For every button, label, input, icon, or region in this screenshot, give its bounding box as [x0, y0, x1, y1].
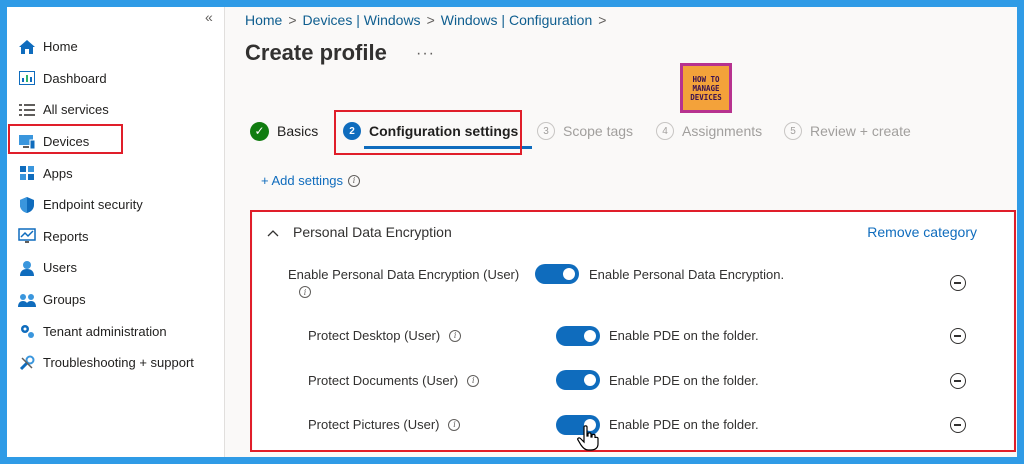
collapse-sidebar-icon[interactable]: «	[205, 9, 213, 25]
sidebar-item-label: Users	[43, 260, 77, 276]
sidebar-item-dashboard[interactable]: Dashboard	[7, 63, 225, 95]
step-assignments[interactable]: 4 Assignments	[656, 119, 762, 143]
sidebar-item-label: All services	[43, 102, 109, 118]
sidebar-item-home[interactable]: Home	[7, 31, 225, 63]
add-settings-link[interactable]: + Add settings i	[261, 173, 361, 188]
apps-icon	[17, 164, 37, 182]
wrench-icon	[17, 354, 37, 372]
sidebar-item-groups[interactable]: Groups	[7, 284, 225, 316]
groups-icon	[17, 291, 37, 309]
breadcrumb-separator: >	[288, 12, 297, 28]
sidebar-item-label: Groups	[43, 292, 86, 308]
breadcrumb-windows-configuration[interactable]: Windows | Configuration	[441, 12, 592, 28]
sidebar-item-label: Tenant administration	[43, 323, 167, 339]
devices-highlight-box	[8, 124, 123, 154]
step-number-badge: 4	[656, 122, 674, 140]
reports-icon	[17, 227, 37, 245]
step-review-create[interactable]: 5 Review + create	[784, 119, 911, 143]
sidebar-item-users[interactable]: Users	[7, 252, 225, 284]
breadcrumb-devices-windows[interactable]: Devices | Windows	[303, 12, 421, 28]
breadcrumb-separator: >	[598, 12, 607, 28]
sidebar-item-label: Troubleshooting + support	[43, 355, 194, 371]
sidebar-item-label: Dashboard	[43, 70, 107, 86]
sidebar-item-apps[interactable]: Apps	[7, 157, 225, 189]
shield-icon	[17, 196, 37, 214]
hand-cursor-icon	[577, 425, 599, 457]
sidebar: « Home Dashboard All services Devices Ap…	[7, 7, 225, 457]
info-icon[interactable]: i	[348, 174, 361, 187]
main-content: Home > Devices | Windows > Windows | Configu…	[226, 7, 1017, 457]
more-options-button[interactable]: ···	[416, 45, 435, 63]
sidebar-item-endpoint-security[interactable]: Endpoint security	[7, 189, 225, 221]
app-frame: « Home Dashboard All services Devices Ap…	[7, 7, 1017, 457]
sidebar-nav: Home Dashboard All services Devices Apps…	[7, 31, 225, 379]
list-icon	[17, 101, 37, 119]
sidebar-item-label: Reports	[43, 228, 89, 244]
sidebar-item-label: Home	[43, 39, 78, 55]
sidebar-item-label: Endpoint security	[43, 197, 143, 213]
category-highlight-box	[250, 210, 1016, 452]
how-to-manage-devices-logo: HOW TO MANAGE DEVICES	[680, 63, 732, 113]
sidebar-item-troubleshooting[interactable]: Troubleshooting + support	[7, 347, 225, 379]
step-number-badge: 5	[784, 122, 802, 140]
breadcrumb-separator: >	[426, 12, 435, 28]
breadcrumb: Home > Devices | Windows > Windows | Configu…	[245, 12, 612, 28]
step-scope-tags[interactable]: 3 Scope tags	[537, 119, 633, 143]
home-icon	[17, 38, 37, 56]
sidebar-item-reports[interactable]: Reports	[7, 221, 225, 253]
sidebar-item-all-services[interactable]: All services	[7, 94, 225, 126]
sidebar-item-label: Apps	[43, 165, 73, 181]
sidebar-item-tenant-administration[interactable]: Tenant administration	[7, 315, 225, 347]
page-title: Create profile	[245, 40, 387, 65]
user-icon	[17, 259, 37, 277]
step-basics[interactable]: ✓ Basics	[250, 119, 318, 143]
tenant-icon	[17, 322, 37, 340]
breadcrumb-home[interactable]: Home	[245, 12, 282, 28]
dashboard-icon	[17, 69, 37, 87]
config-step-highlight-box	[334, 110, 522, 155]
check-icon: ✓	[250, 121, 269, 141]
step-number-badge: 3	[537, 122, 555, 140]
